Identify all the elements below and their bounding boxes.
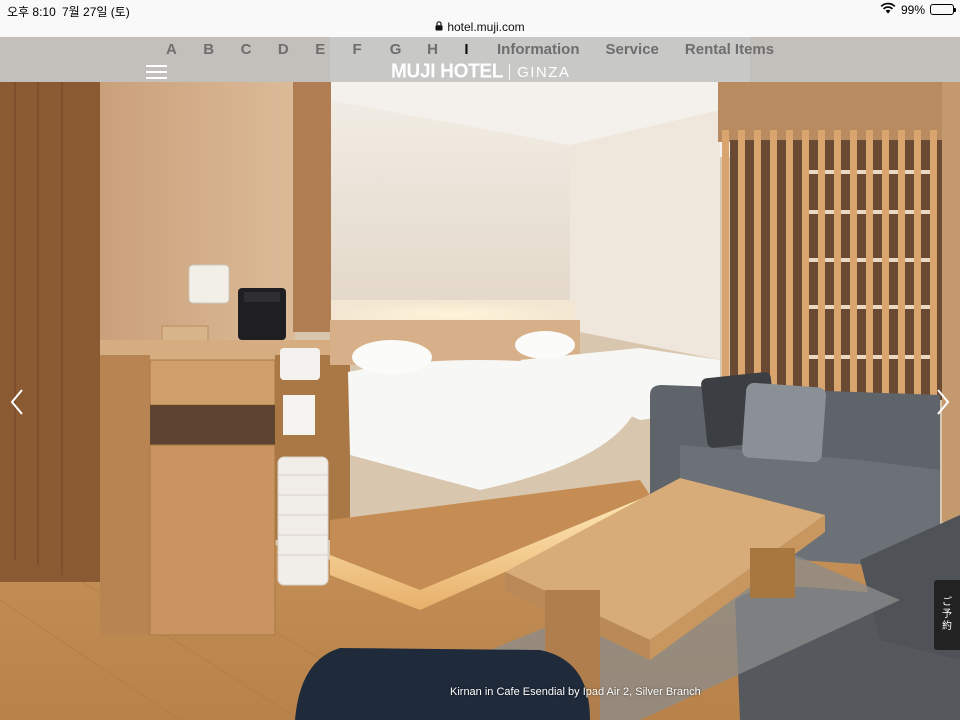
wifi-icon (880, 2, 896, 17)
alpha-nav-item[interactable]: G (384, 41, 421, 58)
alpha-nav-item[interactable]: D (272, 41, 309, 58)
nav-link-rental-items[interactable]: Rental Items (685, 41, 774, 58)
site-header: ABCDEFGHI Information Service Rental Items… (0, 37, 960, 83)
status-time: 오후 8:10 (7, 5, 56, 19)
hamburger-menu-icon[interactable] (146, 65, 167, 79)
alpha-nav-item[interactable]: B (197, 41, 234, 58)
chevron-right-icon[interactable] (932, 388, 954, 416)
site-logo[interactable]: MUJI HOTEL GINZA (391, 60, 571, 83)
status-date: 7월 27일 (토) (62, 5, 130, 19)
url-text: hotel.muji.com (447, 20, 525, 34)
alpha-nav-item[interactable]: H (421, 41, 458, 58)
alpha-nav-item[interactable]: I (458, 41, 495, 58)
address-bar[interactable]: hotel.muji.com (0, 20, 960, 37)
alpha-nav-item[interactable]: E (309, 41, 346, 58)
lock-icon (435, 20, 443, 34)
alphabet-nav: ABCDEFGHI (160, 41, 496, 58)
main-nav: Information Service Rental Items (497, 41, 774, 58)
battery-percent: 99% (900, 2, 925, 17)
reservation-tab-char: 予 (942, 609, 952, 620)
status-indicators: 99% (880, 2, 956, 17)
hero-image (0, 37, 960, 720)
alpha-nav-item[interactable]: A (160, 41, 197, 58)
logo-sub-text: GINZA (517, 63, 571, 81)
reservation-tab[interactable]: ご予約 (934, 580, 960, 650)
nav-link-service[interactable]: Service (606, 41, 659, 58)
status-bar: 오후 8:10 7월 27일 (토) 99% (0, 0, 960, 20)
image-caption: Kirnan in Cafe Esendial by Ipad Air 2, S… (450, 686, 701, 698)
battery-icon (930, 4, 956, 15)
reservation-tab-char: 約 (942, 621, 952, 632)
logo-divider (509, 64, 511, 80)
alpha-nav-item[interactable]: F (346, 41, 383, 58)
reservation-tab-char: ご (942, 597, 952, 608)
nav-link-information[interactable]: Information (497, 41, 580, 58)
chevron-left-icon[interactable] (6, 388, 28, 416)
logo-main-text: MUJI HOTEL (391, 60, 504, 83)
alpha-nav-item[interactable]: C (235, 41, 272, 58)
hotel-room-illustration (0, 37, 960, 720)
